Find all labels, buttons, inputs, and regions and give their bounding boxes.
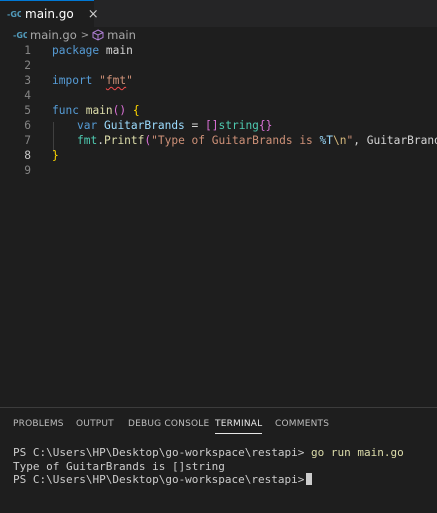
- import-path: fmt: [105, 74, 127, 87]
- svg-text:-GO: -GO: [7, 10, 21, 18]
- keyword: package: [52, 44, 100, 57]
- brace: }: [52, 149, 59, 162]
- line-number: 6: [24, 119, 31, 132]
- function-name: main: [85, 104, 113, 117]
- breadcrumb: -GO main.go > main: [0, 27, 437, 43]
- terminal-command: go run main.go: [311, 446, 404, 459]
- tab-terminal[interactable]: TERMINAL: [215, 419, 263, 434]
- bracket: []: [205, 119, 219, 132]
- line-number: 9: [24, 164, 31, 177]
- escape-sequence: \n: [333, 134, 347, 147]
- tab-problems[interactable]: PROBLEMS: [13, 419, 64, 429]
- keyword: func: [52, 104, 79, 117]
- string-quote: ": [99, 74, 106, 87]
- code-line: 6 var GuitarBrands = []string{}: [0, 118, 437, 133]
- terminal-prompt: PS C:\Users\HP\Desktop\go-workspace\rest…: [13, 473, 305, 486]
- variable-name: GuitarBrands: [103, 119, 185, 132]
- breadcrumb-separator: >: [80, 29, 90, 41]
- tab-output[interactable]: OUTPUT: [76, 419, 114, 429]
- line-number: 5: [24, 104, 31, 117]
- line-number: 1: [24, 44, 31, 57]
- terminal-cursor: [306, 473, 313, 485]
- code-line: 7 fmt.Printf("Type of GuitarBrands is %T…: [0, 133, 437, 148]
- argument: , GuitarBrands: [353, 134, 437, 147]
- line-number: 3: [24, 74, 31, 87]
- close-icon[interactable]: ×: [88, 7, 99, 22]
- string-quote: ": [126, 74, 133, 87]
- code-line: 4: [0, 88, 437, 103]
- terminal-output-line: Type of GuitarBrands is []string: [13, 459, 225, 473]
- terminal-prompt: PS C:\Users\HP\Desktop\go-workspace\rest…: [13, 446, 305, 459]
- operator: =: [184, 119, 206, 132]
- tab-bar: -GO main.go ×: [0, 0, 437, 27]
- bottom-panel: PROBLEMS OUTPUT DEBUG CONSOLE TERMINAL C…: [0, 407, 437, 513]
- line-number: 8: [24, 149, 31, 162]
- package-name: fmt: [77, 134, 98, 147]
- terminal-output[interactable]: PS C:\Users\HP\Desktop\go-workspace\rest…: [13, 446, 404, 487]
- panel-tabs: PROBLEMS OUTPUT DEBUG CONSOLE TERMINAL C…: [0, 408, 437, 438]
- braces: {}: [258, 119, 273, 132]
- dot: .: [97, 134, 104, 147]
- go-file-icon: -GO: [13, 30, 27, 40]
- code-line: 9: [0, 163, 437, 178]
- tab-comments[interactable]: COMMENTS: [275, 419, 329, 429]
- go-file-icon: -GO: [7, 9, 21, 19]
- svg-text:-GO: -GO: [13, 31, 27, 39]
- keyword: import: [52, 74, 93, 87]
- breadcrumb-file[interactable]: main.go: [30, 28, 77, 42]
- tab-title: main.go: [25, 7, 74, 21]
- line-number: 2: [24, 59, 31, 72]
- keyword: var: [77, 119, 98, 132]
- format-verb: %T: [319, 134, 334, 147]
- line-number: 7: [24, 134, 31, 147]
- paren: (): [112, 104, 127, 117]
- code-line: 1 package main: [0, 43, 437, 58]
- function-cube-icon: [92, 29, 104, 41]
- string-literal: "Type of GuitarBrands is: [151, 134, 320, 147]
- code-line: 8 }: [0, 148, 437, 163]
- brace: {: [132, 104, 140, 117]
- identifier: main: [99, 44, 133, 57]
- tab-debug-console[interactable]: DEBUG CONSOLE: [128, 419, 209, 429]
- breadcrumb-symbol[interactable]: main: [107, 28, 136, 42]
- code-line: 5 func main() {: [0, 103, 437, 118]
- code-editor[interactable]: 1 package main 2 3 import "fmt" 4 5 func…: [0, 43, 437, 407]
- line-number: 4: [24, 89, 31, 102]
- function-name: Printf: [103, 134, 145, 147]
- tab-main-go[interactable]: -GO main.go ×: [0, 0, 99, 27]
- code-line: 3 import "fmt": [0, 73, 437, 88]
- type-name: string: [218, 119, 259, 132]
- code-line: 2: [0, 58, 437, 73]
